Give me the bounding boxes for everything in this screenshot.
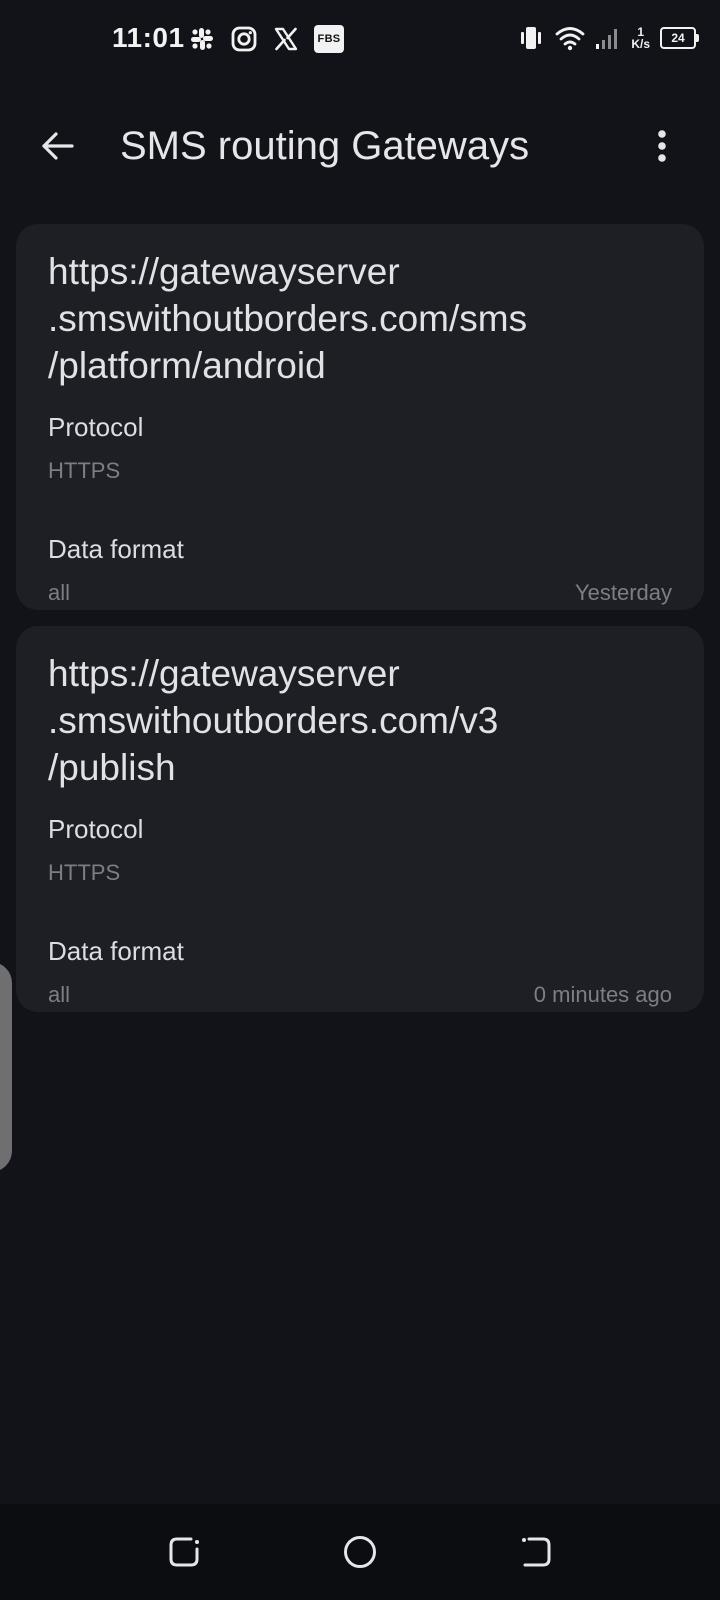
gateway-url-line: https://gatewayserver: [48, 653, 400, 694]
signal-icon: [596, 29, 618, 49]
gateway-url-line: https://gatewayserver: [48, 251, 400, 292]
recents-button[interactable]: [160, 1528, 208, 1576]
status-bar: 11:01 FBS 1 K/s 24: [0, 0, 720, 82]
gateway-url-line: /platform/android: [48, 345, 326, 386]
notification-icons: FBS: [188, 25, 344, 53]
protocol-label: Protocol: [48, 814, 144, 844]
gateway-card[interactable]: https://gatewayserver .smswithoutborders…: [16, 224, 704, 610]
wifi-icon: [555, 27, 585, 51]
slack-icon: [191, 28, 213, 50]
app-bar: SMS routing Gateways: [0, 100, 720, 192]
back-nav-button[interactable]: [512, 1528, 560, 1576]
back-icon: [522, 1537, 551, 1567]
page-title: SMS routing Gateways: [120, 124, 530, 168]
more-vertical-icon: [658, 130, 666, 162]
battery-level: 24: [671, 31, 685, 45]
gateway-url-line: /publish: [48, 747, 176, 788]
network-speed-unit: K/s: [631, 37, 650, 51]
battery-icon: 24: [660, 27, 699, 49]
gateway-card[interactable]: https://gatewayserver .smswithoutborders…: [16, 626, 704, 1012]
system-status-icons: 1 K/s 24: [517, 24, 699, 52]
network-speed: 1 K/s: [631, 26, 650, 50]
recents-icon: [169, 1537, 199, 1567]
fbs-icon: FBS: [314, 25, 344, 53]
data-format-value: all: [48, 580, 71, 605]
data-format-label: Data format: [48, 936, 184, 966]
protocol-label: Protocol: [48, 412, 144, 442]
card-footer: all Yesterday: [48, 579, 672, 607]
back-button[interactable]: [30, 118, 86, 174]
home-icon: [344, 1536, 376, 1568]
protocol-value: HTTPS: [48, 860, 121, 885]
protocol-value: HTTPS: [48, 458, 121, 483]
vibrate-icon: [521, 27, 542, 49]
gateway-url: https://gatewayserver .smswithoutborders…: [48, 650, 672, 791]
edge-panel-handle[interactable]: [0, 962, 12, 1172]
gateway-url-line: .smswithoutborders.com/v3: [48, 700, 499, 741]
data-format-label: Data format: [48, 534, 184, 564]
navigation-bar: [0, 1504, 720, 1600]
gateway-url: https://gatewayserver .smswithoutborders…: [48, 248, 672, 389]
more-options-button[interactable]: [634, 118, 690, 174]
instagram-icon: [231, 26, 257, 52]
gateway-timestamp: Yesterday: [574, 580, 672, 605]
gateway-timestamp: 0 minutes ago: [533, 982, 672, 1007]
arrow-left-icon: [42, 132, 74, 160]
card-footer: all 0 minutes ago: [48, 981, 672, 1009]
data-format-value: all: [48, 982, 71, 1007]
gateway-url-line: .smswithoutborders.com/sms: [48, 298, 528, 339]
home-button[interactable]: [336, 1528, 384, 1576]
status-time: 11:01: [112, 22, 185, 53]
x-icon: [274, 27, 298, 51]
